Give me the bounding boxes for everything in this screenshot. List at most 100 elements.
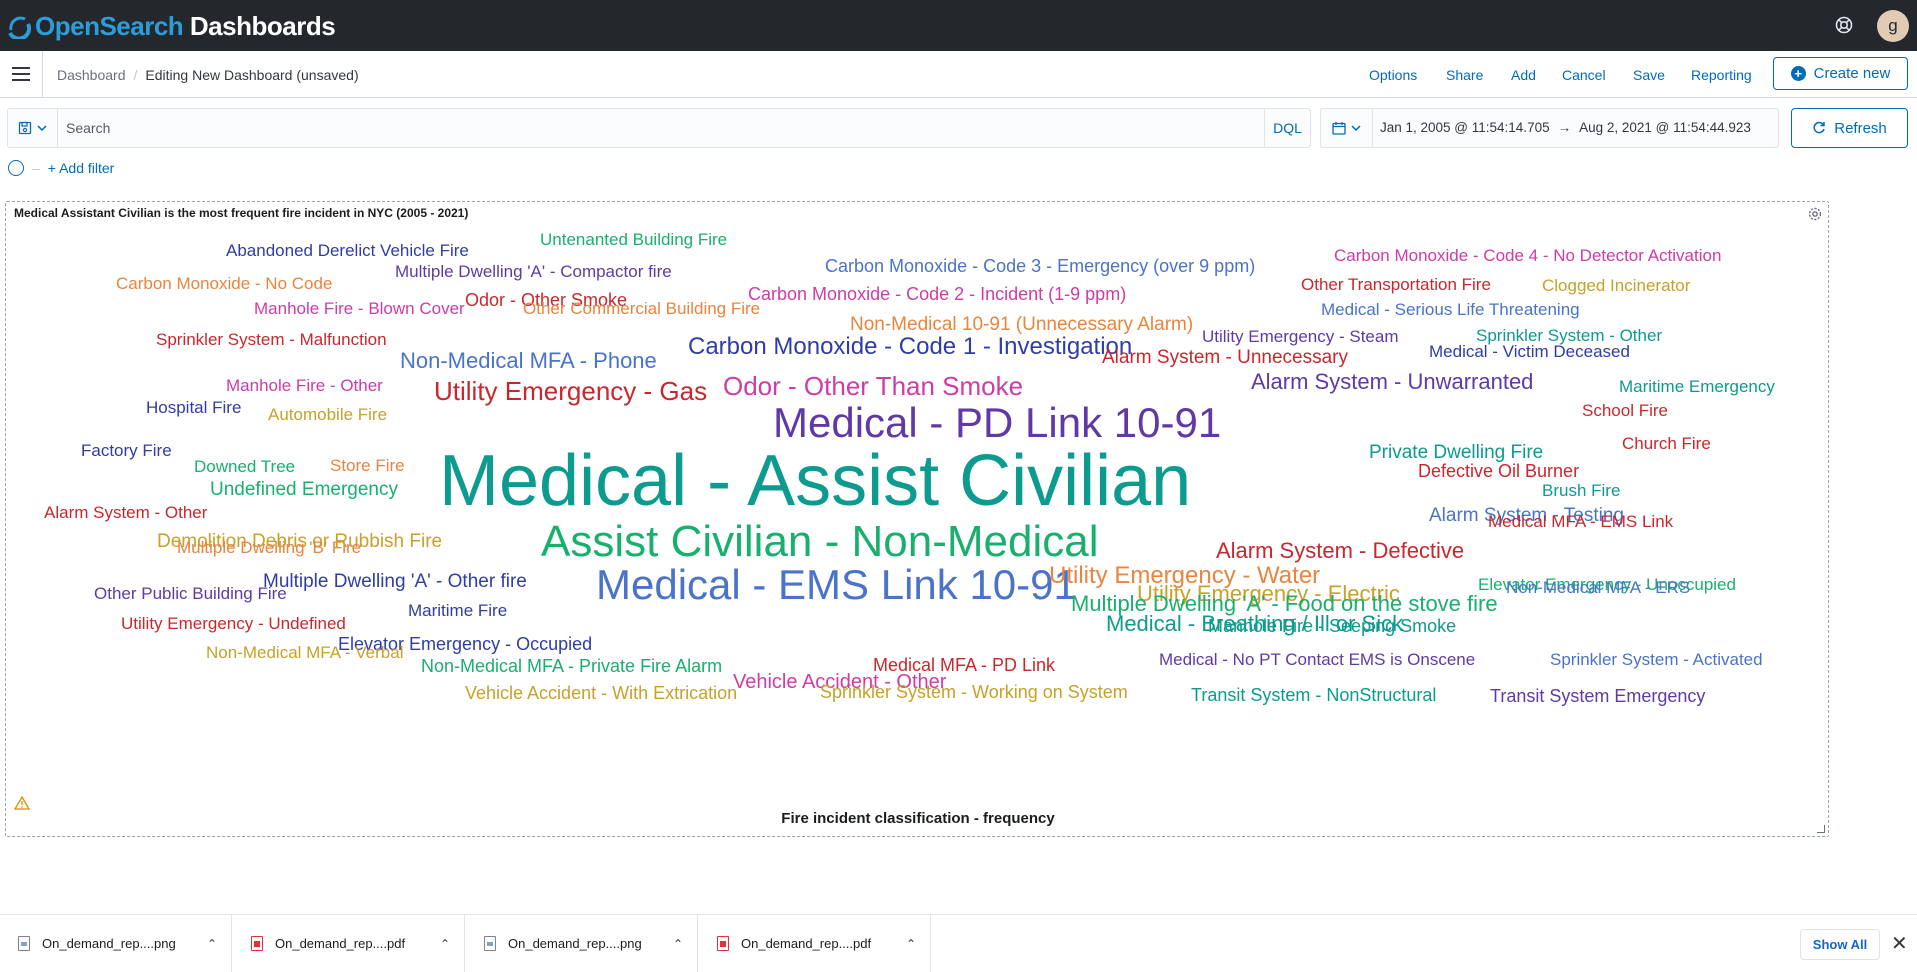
word-cloud-term[interactable]: Other Commercial Building Fire [523, 300, 760, 317]
quick-date-menu-button[interactable] [1321, 109, 1373, 147]
download-filename: On_demand_rep....pdf [275, 936, 406, 951]
filter-menu-icon[interactable] [8, 160, 24, 176]
search-input[interactable] [66, 109, 1266, 147]
word-cloud-term[interactable]: Transit System - NonStructural [1191, 686, 1436, 704]
breadcrumb-dashboard-link[interactable]: Dashboard [57, 67, 126, 83]
show-all-downloads-button[interactable]: Show All [1800, 929, 1880, 960]
word-cloud-term[interactable]: Utility Emergency - Water [1049, 564, 1320, 588]
chevron-up-icon[interactable]: ⌃ [440, 937, 450, 951]
word-cloud-term[interactable]: Non-Medical MFA - Verbal [206, 644, 403, 661]
word-cloud-term[interactable]: Transit System Emergency [1490, 687, 1705, 705]
word-cloud-term[interactable]: Manhole Fire - Other [226, 377, 383, 394]
word-cloud-term[interactable]: Multiple Dwelling 'A' - Other fire [263, 572, 527, 591]
word-cloud-term[interactable]: Multiple Dwelling 'A' - Food on the stov… [1071, 593, 1498, 615]
chevron-up-icon[interactable]: ⌃ [906, 937, 916, 951]
share-button[interactable]: Share [1446, 67, 1483, 83]
png-file-icon [18, 936, 30, 951]
add-panel-button[interactable]: Add [1511, 67, 1536, 83]
word-cloud-term[interactable]: Medical - PD Link 10-91 [773, 402, 1221, 444]
word-cloud-term[interactable]: Odor - Other Than Smoke [723, 373, 1023, 399]
word-cloud-term[interactable]: Sprinkler System - Activated [1550, 651, 1763, 668]
download-item[interactable]: On_demand_rep....png ⌃ [466, 915, 698, 972]
date-end[interactable]: Aug 2, 2021 @ 11:54:44.923 [1579, 120, 1751, 135]
word-cloud-term[interactable]: Non-Medical MFA - Private Fire Alarm [421, 657, 722, 675]
resize-handle-icon[interactable] [1817, 825, 1825, 833]
word-cloud-term[interactable]: Utility Emergency - Gas [434, 378, 707, 404]
saved-query-menu-button[interactable] [8, 109, 58, 147]
word-cloud-term[interactable]: Defective Oil Burner [1418, 462, 1579, 480]
word-cloud-term[interactable]: Vehicle Accident - With Extrication [465, 684, 737, 702]
cancel-button[interactable]: Cancel [1562, 67, 1606, 83]
word-cloud-term[interactable]: Untenanted Building Fire [540, 231, 727, 248]
word-cloud-term[interactable]: Multiple Dwelling 'B' Fire [177, 539, 361, 556]
word-cloud-term[interactable]: Abandoned Derelict Vehicle Fire [226, 242, 469, 259]
word-cloud-term[interactable]: Medical - Serious Life Threatening [1321, 301, 1580, 318]
word-cloud-term[interactable]: Medical - EMS Link 10-91 [596, 564, 1077, 606]
word-cloud-term[interactable]: Manhole Fire - Seeping Smoke [1208, 617, 1456, 635]
word-cloud-term[interactable]: Medical MFA - EMS Link [1488, 513, 1673, 530]
word-cloud-term[interactable]: Alarm System - Unwarranted [1251, 371, 1533, 393]
word-cloud-term[interactable]: Sprinkler System - Other [1476, 327, 1662, 344]
download-item[interactable]: On_demand_rep....png ⌃ [0, 915, 232, 972]
word-cloud-term[interactable]: Non-Medical 10-91 (Unnecessary Alarm) [850, 315, 1193, 334]
top-header: OpenSearch Dashboards g [0, 0, 1917, 51]
save-button[interactable]: Save [1633, 67, 1665, 83]
word-cloud-term[interactable]: Automobile Fire [268, 406, 387, 423]
opensearch-logo[interactable]: OpenSearch Dashboards [7, 11, 336, 42]
word-cloud-term[interactable]: Sprinkler System - Malfunction [156, 331, 387, 348]
word-cloud-term[interactable]: Hospital Fire [146, 399, 241, 416]
add-filter-button[interactable]: + Add filter [48, 160, 115, 176]
word-cloud-term[interactable]: Undefined Emergency [210, 480, 398, 499]
word-cloud-term[interactable]: Maritime Fire [408, 602, 507, 619]
refresh-button[interactable]: Refresh [1791, 108, 1908, 148]
word-cloud-term[interactable]: Maritime Emergency [1619, 378, 1775, 395]
word-cloud-term[interactable]: Store Fire [330, 457, 405, 474]
word-cloud-term[interactable]: Non-Medical MFA - ERS [1506, 579, 1690, 596]
date-start[interactable]: Jan 1, 2005 @ 11:54:14.705 [1380, 120, 1550, 135]
word-cloud-term[interactable]: Manhole Fire - Blown Cover [254, 300, 465, 317]
help-icon[interactable] [1834, 15, 1854, 35]
word-cloud-term[interactable]: Downed Tree [194, 458, 295, 475]
word-cloud-term[interactable]: Carbon Monoxide - No Code [116, 275, 332, 292]
user-avatar[interactable]: g [1877, 10, 1909, 42]
word-cloud-term[interactable]: Other Public Building Fire [94, 585, 287, 602]
word-cloud-term[interactable]: Carbon Monoxide - Code 4 - No Detector A… [1334, 247, 1721, 264]
word-cloud-term[interactable]: Clogged Incinerator [1542, 277, 1690, 294]
word-cloud-term[interactable]: Medical MFA - PD Link [873, 656, 1055, 674]
word-cloud-term[interactable]: Utility Emergency - Undefined [121, 615, 346, 632]
word-cloud-term[interactable]: Carbon Monoxide - Code 3 - Emergency (ov… [825, 257, 1255, 275]
word-cloud-term[interactable]: Alarm System - Unnecessary [1102, 348, 1348, 367]
chevron-up-icon[interactable]: ⌃ [207, 937, 217, 951]
word-cloud-term[interactable]: Alarm System - Other [44, 504, 207, 521]
options-button[interactable]: Options [1369, 67, 1417, 83]
query-language-toggle[interactable]: DQL [1264, 109, 1310, 147]
reporting-button[interactable]: Reporting [1691, 67, 1752, 83]
download-filename: On_demand_rep....png [508, 936, 642, 951]
close-icon[interactable]: ✕ [1891, 931, 1908, 956]
word-cloud-term[interactable]: Medical - No PT Contact EMS is Onscene [1159, 651, 1475, 668]
word-cloud-term[interactable]: Non-Medical MFA - Phone [400, 350, 657, 372]
calendar-icon [1332, 122, 1346, 135]
create-new-button[interactable]: + Create new [1773, 57, 1908, 90]
word-cloud-term[interactable]: Utility Emergency - Steam [1202, 328, 1399, 345]
word-cloud-term[interactable]: Alarm System - Defective [1216, 540, 1464, 562]
word-cloud-term[interactable]: Medical - Victim Deceased [1429, 343, 1630, 360]
word-cloud-term[interactable]: Other Transportation Fire [1301, 276, 1491, 293]
word-cloud-term[interactable]: Church Fire [1622, 435, 1711, 452]
word-cloud-term[interactable]: Carbon Monoxide - Code 2 - Incident (1-9… [748, 285, 1126, 303]
menu-hamburger-icon[interactable] [12, 67, 30, 81]
word-cloud-term[interactable]: Private Dwelling Fire [1369, 443, 1543, 462]
warning-icon[interactable] [14, 795, 30, 811]
word-cloud-term[interactable]: Multiple Dwelling 'A' - Compactor fire [395, 263, 672, 280]
word-cloud-term[interactable]: School Fire [1582, 402, 1668, 419]
chevron-up-icon[interactable]: ⌃ [673, 937, 683, 951]
word-cloud-term[interactable]: Assist Civilian - Non-Medical [541, 520, 1098, 564]
word-cloud-term[interactable]: Factory Fire [81, 442, 172, 459]
download-item[interactable]: On_demand_rep....pdf ⌃ [699, 915, 931, 972]
download-item[interactable]: On_demand_rep....pdf ⌃ [233, 915, 465, 972]
word-cloud-term[interactable]: Brush Fire [1542, 482, 1620, 499]
save-disk-icon [18, 121, 32, 135]
word-cloud-term[interactable]: Sprinkler System - Working on System [820, 683, 1128, 701]
word-cloud-term[interactable]: Carbon Monoxide - Code 1 - Investigation [688, 335, 1132, 359]
word-cloud-term[interactable]: Medical - Assist Civilian [439, 445, 1191, 517]
